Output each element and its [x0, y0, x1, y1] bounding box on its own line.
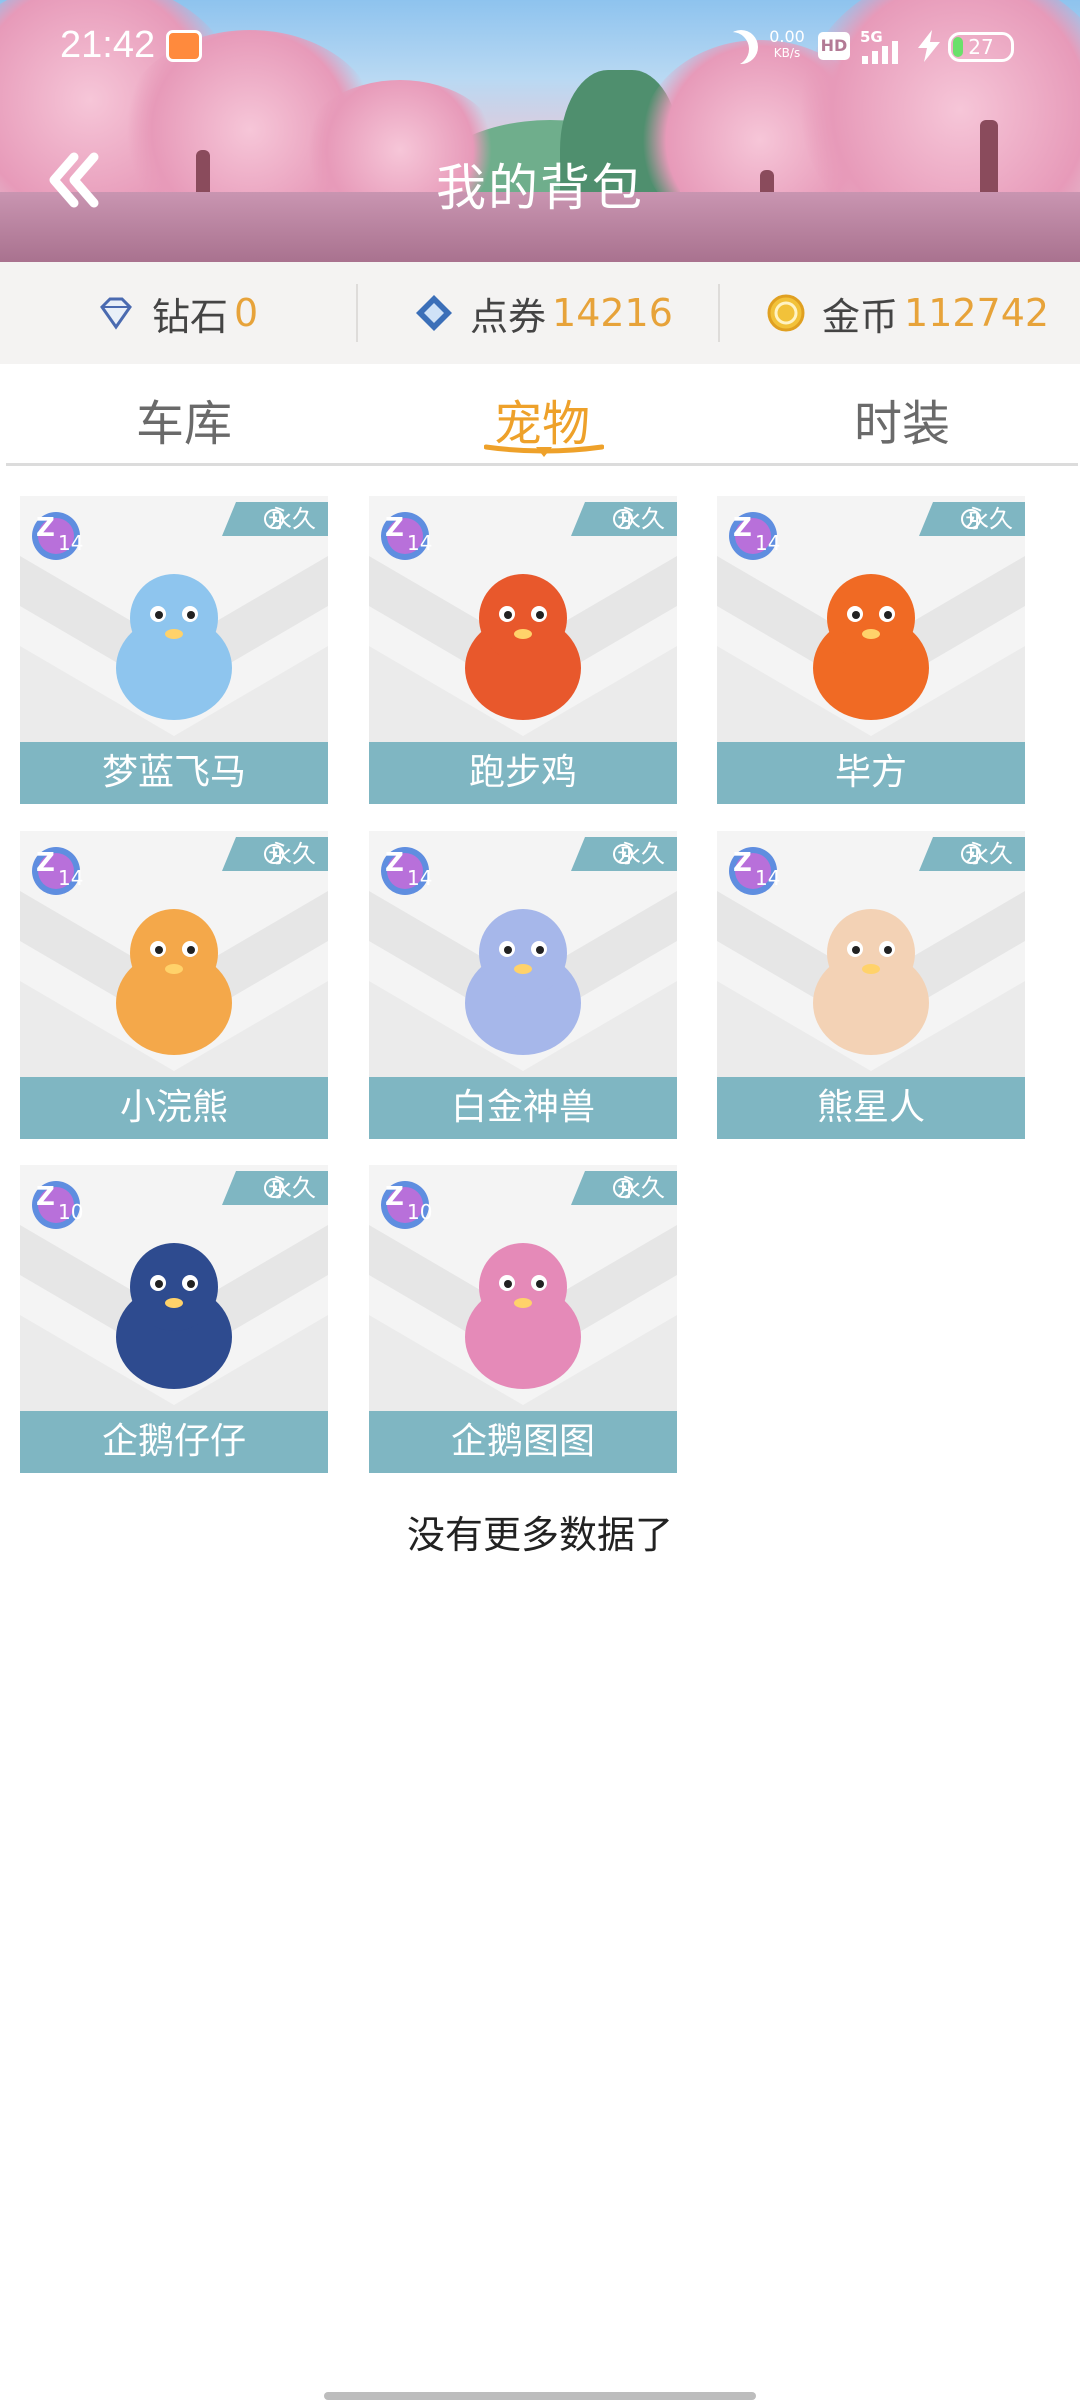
status-bar: 21:42 0.00 KB/s HD 5G 27	[0, 0, 1080, 90]
pet-name: 梦蓝飞马	[20, 742, 328, 804]
battery-icon: 27	[948, 32, 1014, 62]
pet-name: 企鹅仔仔	[20, 1411, 328, 1473]
level-number: 14	[58, 866, 83, 890]
diamond-balance: 钻石 0	[96, 262, 258, 364]
charging-icon	[918, 30, 940, 62]
clock-icon	[613, 1178, 633, 1198]
pet-name: 毕方	[717, 742, 1025, 804]
svg-text:Z: Z	[385, 1182, 404, 1212]
pet-name: 白金神兽	[369, 1077, 677, 1139]
permanent-tag: 永久	[571, 502, 677, 536]
clock-icon	[961, 844, 981, 864]
svg-text:Z: Z	[36, 848, 55, 878]
level-badge-icon: Z 14	[729, 847, 780, 895]
svg-text:Z: Z	[385, 848, 404, 878]
level-number: 14	[407, 531, 432, 555]
tab-fashion[interactable]: 时装	[772, 384, 1032, 454]
permanent-tag: 永久	[919, 502, 1025, 536]
blue-pegasus-icon	[116, 574, 232, 720]
pet-card[interactable]: Z 10 永久企鹅图图	[369, 1165, 677, 1473]
moon-icon	[724, 30, 758, 64]
fire-bird-icon	[813, 574, 929, 720]
svg-text:Z: Z	[385, 513, 404, 543]
clock-time: 21:42	[60, 24, 156, 66]
pet-name: 企鹅图图	[369, 1411, 677, 1473]
header-banner: 21:42 0.00 KB/s HD 5G 27 我的背包	[0, 0, 1080, 262]
permanent-tag: 永久	[571, 837, 677, 871]
pet-card[interactable]: Z 14 永久熊星人	[717, 831, 1025, 1139]
permanent-tag: 永久	[222, 837, 328, 871]
pet-card[interactable]: Z 14 永久毕方	[717, 496, 1025, 804]
clock-icon	[264, 509, 284, 529]
coupon-balance: 点券 14216	[414, 262, 673, 364]
app-notification-icon	[166, 30, 202, 62]
clock-icon	[961, 509, 981, 529]
pet-card[interactable]: Z 14 永久白金神兽	[369, 831, 677, 1139]
pet-name: 熊星人	[717, 1077, 1025, 1139]
permanent-tag: 永久	[571, 1171, 677, 1205]
coin-balance: 金币 112742	[766, 262, 1049, 364]
svg-text:Z: Z	[36, 1182, 55, 1212]
rooster-icon	[465, 574, 581, 720]
pink-penguin-icon	[465, 1243, 581, 1389]
coupon-icon	[416, 295, 452, 331]
permanent-tag: 永久	[222, 502, 328, 536]
permanent-tag: 永久	[222, 1171, 328, 1205]
level-badge-icon: Z 14	[32, 512, 83, 560]
pet-card[interactable]: Z 14 永久梦蓝飞马	[20, 496, 328, 804]
pet-card[interactable]: Z 10 永久企鹅仔仔	[20, 1165, 328, 1473]
network-speed: 0.00 KB/s	[769, 27, 805, 60]
home-indicator[interactable]	[324, 2392, 756, 2400]
signal-icon: 5G	[860, 28, 908, 64]
pet-card[interactable]: Z 14 永久跑步鸡	[369, 496, 677, 804]
level-badge-icon: Z 14	[381, 512, 432, 560]
svg-text:Z: Z	[36, 513, 55, 543]
pet-card[interactable]: Z 14 永久小浣熊	[20, 831, 328, 1139]
raccoon-icon	[116, 909, 232, 1055]
level-number: 14	[755, 866, 780, 890]
no-more-data-text: 没有更多数据了	[406, 1513, 673, 1557]
diamond-icon	[100, 297, 132, 330]
level-number: 14	[407, 866, 432, 890]
clock-icon	[613, 844, 633, 864]
gold-coin-icon	[767, 294, 805, 332]
level-badge-icon: Z 10	[32, 1181, 83, 1229]
active-tab-indicator	[484, 444, 604, 457]
page-title: 我的背包	[436, 159, 644, 217]
svg-text:Z: Z	[733, 513, 752, 543]
svg-text:Z: Z	[733, 848, 752, 878]
clock-icon	[613, 509, 633, 529]
currency-bar: 钻石 0 点券 14216 金币 112742	[0, 262, 1080, 364]
clock-icon	[264, 1178, 284, 1198]
level-number: 10	[58, 1200, 83, 1224]
pet-name: 小浣熊	[20, 1077, 328, 1139]
level-number: 14	[58, 531, 83, 555]
bear-astronaut-icon	[813, 909, 929, 1055]
level-badge-icon: Z 14	[729, 512, 780, 560]
blue-penguin-icon	[116, 1243, 232, 1389]
level-badge-icon: Z 14	[381, 847, 432, 895]
platinum-beast-icon	[465, 909, 581, 1055]
level-badge-icon: Z 10	[381, 1181, 432, 1229]
pet-name: 跑步鸡	[369, 742, 677, 804]
tab-garage[interactable]: 车库	[54, 384, 314, 454]
clock-icon	[264, 844, 284, 864]
hd-icon: HD	[818, 32, 850, 60]
permanent-tag: 永久	[919, 837, 1025, 871]
level-number: 10	[407, 1200, 432, 1224]
level-badge-icon: Z 14	[32, 847, 83, 895]
level-number: 14	[755, 531, 780, 555]
tabs-divider	[6, 463, 1078, 466]
